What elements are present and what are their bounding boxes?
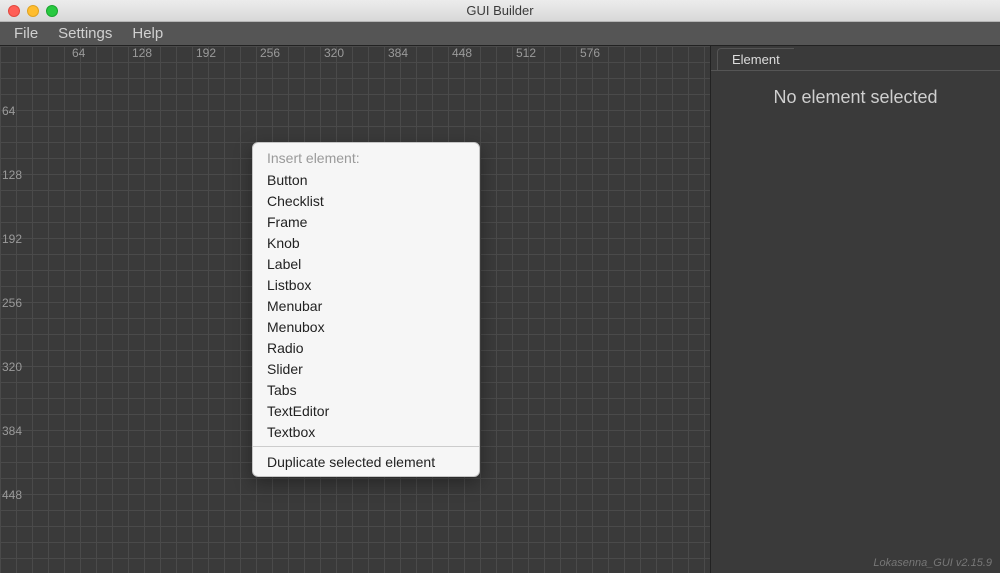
ruler-v-label: 128 [2, 168, 22, 182]
ruler-v-label: 256 [2, 296, 22, 310]
insert-menubox[interactable]: Menubox [253, 316, 479, 337]
menu-help[interactable]: Help [122, 25, 173, 42]
minimize-window-icon[interactable] [27, 5, 39, 17]
context-menu-separator [253, 446, 479, 447]
ruler-v-label: 384 [2, 424, 22, 438]
insert-checklist[interactable]: Checklist [253, 190, 479, 211]
menu-settings[interactable]: Settings [48, 25, 122, 42]
ruler-h-label: 576 [580, 46, 600, 60]
ruler-h-label: 192 [196, 46, 216, 60]
insert-listbox[interactable]: Listbox [253, 274, 479, 295]
window-title: GUI Builder [0, 3, 1000, 18]
app-menubar: File Settings Help [0, 22, 1000, 46]
ruler-h-label: 320 [324, 46, 344, 60]
menu-file[interactable]: File [4, 25, 48, 42]
tab-element[interactable]: Element [717, 48, 795, 70]
insert-radio[interactable]: Radio [253, 337, 479, 358]
zoom-window-icon[interactable] [46, 5, 58, 17]
ruler-v-label: 448 [2, 488, 22, 502]
close-window-icon[interactable] [8, 5, 20, 17]
ruler-v-label: 320 [2, 360, 22, 374]
insert-frame[interactable]: Frame [253, 211, 479, 232]
ruler-h-label: 64 [72, 46, 85, 60]
context-menu-heading: Insert element: [253, 147, 479, 169]
ruler-v-label: 192 [2, 232, 22, 246]
panel-tab-strip: Element [711, 46, 1000, 70]
panel-body: No element selected [711, 70, 1000, 573]
insert-textbox[interactable]: Textbox [253, 421, 479, 442]
canvas[interactable]: 64 128 192 256 320 384 448 512 576 64 12… [0, 46, 710, 573]
ruler-h-label: 128 [132, 46, 152, 60]
insert-knob[interactable]: Knob [253, 232, 479, 253]
ruler-h-label: 512 [516, 46, 536, 60]
ruler-v-label: 64 [2, 104, 15, 118]
window-titlebar: GUI Builder [0, 0, 1000, 22]
properties-panel: Element No element selected Lokasenna_GU… [710, 46, 1000, 573]
duplicate-selected-element[interactable]: Duplicate selected element [253, 451, 479, 472]
insert-tabs[interactable]: Tabs [253, 379, 479, 400]
insert-slider[interactable]: Slider [253, 358, 479, 379]
ruler-h-label: 448 [452, 46, 472, 60]
window-controls [0, 5, 58, 17]
insert-button[interactable]: Button [253, 169, 479, 190]
insert-menubar[interactable]: Menubar [253, 295, 479, 316]
insert-label[interactable]: Label [253, 253, 479, 274]
insert-texteditor[interactable]: TextEditor [253, 400, 479, 421]
ruler-h-label: 256 [260, 46, 280, 60]
context-menu: Insert element: Button Checklist Frame K… [252, 142, 480, 477]
ruler-h-label: 384 [388, 46, 408, 60]
no-selection-message: No element selected [711, 87, 1000, 108]
version-footer: Lokasenna_GUI v2.15.9 [873, 557, 992, 569]
